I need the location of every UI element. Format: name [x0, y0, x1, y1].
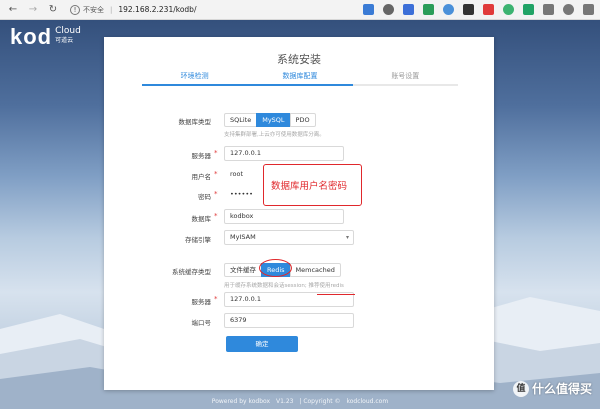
- username-input[interactable]: root: [224, 167, 254, 182]
- footer-version: V1.23: [276, 398, 294, 405]
- cache-option-memcached[interactable]: Memcached: [289, 263, 341, 277]
- username-label: 用户名: [191, 173, 212, 181]
- db-type-hint: 支持集群部署,上云亦可使用数据库分离。: [224, 132, 325, 138]
- required-mark: *: [214, 170, 218, 178]
- watermark-text: 什么值得买: [531, 382, 592, 396]
- translate-icon[interactable]: [403, 4, 414, 15]
- red-circle-extension-icon[interactable]: [483, 4, 494, 15]
- engine-label: 存储引擎: [185, 236, 211, 244]
- star-icon[interactable]: [383, 4, 394, 15]
- install-card: 系统安装 环境检测 数据库配置 账号设置 数据库类型 SQLite MySQL …: [104, 37, 494, 390]
- database-input[interactable]: kodbox: [224, 209, 344, 224]
- required-mark: *: [214, 149, 218, 157]
- cache-server-label: 服务器: [191, 298, 212, 306]
- engine-value: MyISAM: [230, 233, 256, 241]
- cache-type-label: 系统缓存类型: [172, 268, 211, 276]
- required-mark: *: [214, 295, 218, 303]
- green-extension-icon[interactable]: [523, 4, 534, 15]
- puzzle-icon[interactable]: [543, 4, 554, 15]
- dark-extension-icon[interactable]: [463, 4, 474, 15]
- db-option-mysql[interactable]: MySQL: [256, 113, 291, 127]
- step-env-check[interactable]: 环境检测: [142, 71, 248, 86]
- shield-extension-icon[interactable]: [503, 4, 514, 15]
- confirm-button[interactable]: 确定: [226, 336, 298, 352]
- watermark-logo: 值: [512, 380, 529, 397]
- reload-icon[interactable]: ↻: [46, 3, 60, 17]
- page-title: 系统安装: [277, 53, 321, 66]
- address-bar[interactable]: 192.168.2.231/kodb/: [118, 5, 196, 14]
- password-input[interactable]: ••••••: [224, 187, 254, 202]
- favorites-icon[interactable]: [563, 4, 574, 15]
- page-footer: Powered by kodbox V1.23 | Copyright © ko…: [0, 398, 600, 405]
- forward-icon[interactable]: →: [26, 3, 40, 17]
- db-option-pdo[interactable]: PDO: [289, 113, 316, 127]
- step-account[interactable]: 账号设置: [352, 71, 458, 86]
- chevron-down-icon: ▾: [345, 234, 349, 241]
- insecure-label[interactable]: 不安全: [83, 5, 104, 15]
- url-separator: |: [110, 5, 113, 14]
- server-label: 服务器: [191, 152, 212, 160]
- watermark: 值 什么值得买: [512, 380, 592, 397]
- footer-copyright: | Copyright ©: [299, 398, 341, 405]
- server-input[interactable]: 127.0.0.1: [224, 146, 344, 161]
- step-db-config[interactable]: 数据库配置: [247, 71, 353, 86]
- cache-option-file[interactable]: 文件缓存: [224, 263, 262, 277]
- extension-bar: [363, 4, 594, 15]
- db-type-selector: SQLite MySQL PDO: [224, 113, 316, 127]
- kodcloud-logo: kod Cloud 可道云: [10, 26, 81, 48]
- chat-extension-icon[interactable]: [423, 4, 434, 15]
- required-mark: *: [214, 190, 218, 198]
- password-label: 密码: [198, 193, 211, 201]
- zoom-icon[interactable]: [363, 4, 374, 15]
- required-mark: *: [214, 212, 218, 220]
- footer-powered: Powered by kodbox: [211, 398, 271, 405]
- port-label: 端口号: [191, 319, 212, 327]
- browser-toolbar: ← → ↻ ! 不安全 | 192.168.2.231/kodb/: [0, 0, 600, 20]
- logo-cloud: Cloud: [55, 26, 81, 36]
- db-option-sqlite[interactable]: SQLite: [224, 113, 258, 127]
- cache-type-hint: 用于缓存系统数据和会话session; 推荐使用redis: [224, 283, 344, 289]
- annotation-underline: [317, 294, 355, 295]
- logo-brand: kod: [10, 24, 53, 49]
- database-label: 数据库: [191, 215, 212, 223]
- footer-site-link[interactable]: kodcloud.com: [346, 398, 388, 405]
- collections-icon[interactable]: [583, 4, 594, 15]
- step-tabs: 环境检测 数据库配置 账号设置: [142, 71, 458, 86]
- back-icon[interactable]: ←: [6, 3, 20, 17]
- port-input[interactable]: 6379: [224, 313, 354, 328]
- warning-icon[interactable]: !: [70, 4, 80, 15]
- annotation-circle: [259, 259, 292, 277]
- engine-select[interactable]: MyISAM ▾: [224, 230, 354, 245]
- annotation-text: 数据库用户名密码: [271, 181, 348, 192]
- db-type-label: 数据库类型: [178, 118, 212, 126]
- cloud-extension-icon[interactable]: [443, 4, 454, 15]
- logo-subtitle: 可道云: [55, 37, 74, 44]
